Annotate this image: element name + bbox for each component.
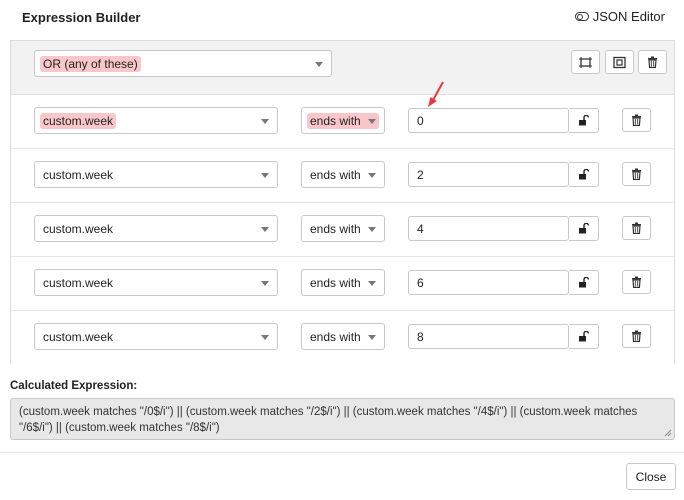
rule-row: custom.week ends with 8: [11, 311, 674, 365]
unlock-icon: [578, 331, 589, 342]
close-button[interactable]: Close: [626, 463, 676, 490]
rule-value-input[interactable]: 0: [408, 108, 569, 133]
rule-row: custom.week ends with 6: [11, 257, 674, 311]
lock-button[interactable]: [569, 216, 599, 241]
chevron-down-icon: [368, 119, 376, 124]
unlock-icon: [578, 277, 589, 288]
rule-row: custom.week ends with 0: [11, 95, 674, 149]
rule-operator-select[interactable]: ends with: [301, 215, 385, 242]
delete-rule-button[interactable]: [622, 162, 651, 186]
resize-grip-icon[interactable]: [664, 429, 672, 437]
rule-operator-select[interactable]: ends with: [301, 107, 385, 134]
trash-icon: [632, 114, 641, 126]
rule-value-input[interactable]: 4: [408, 216, 569, 241]
rule-field-label: custom.week: [40, 112, 117, 129]
calculated-expression-textarea[interactable]: (custom.week matches "/0$/i") || (custom…: [10, 398, 675, 440]
add-rule-button[interactable]: [571, 50, 600, 74]
chevron-down-icon: [368, 173, 376, 178]
delete-rule-button[interactable]: [622, 216, 651, 240]
chevron-down-icon: [315, 62, 323, 67]
trash-icon: [632, 222, 641, 234]
unlock-icon: [578, 223, 589, 234]
calculated-expression-value: (custom.week matches "/0$/i") || (custom…: [19, 406, 638, 434]
group-header: OR (any of these): [11, 41, 674, 95]
rule-row: custom.week ends with 2: [11, 149, 674, 203]
group-operator-select[interactable]: OR (any of these): [34, 50, 332, 77]
chevron-down-icon: [261, 335, 269, 340]
rule-value-input[interactable]: 6: [408, 270, 569, 295]
lock-button[interactable]: [569, 270, 599, 295]
rule-field-label: custom.week: [43, 329, 114, 344]
rule-field-select[interactable]: custom.week: [34, 161, 278, 188]
rule-operator-label: ends with: [310, 167, 361, 182]
rule-operator-select[interactable]: ends with: [301, 269, 385, 296]
lock-button[interactable]: [569, 324, 599, 349]
trash-icon: [632, 168, 641, 180]
add-group-icon: [613, 56, 626, 68]
rule-field-label: custom.week: [43, 275, 114, 290]
rule-group: OR (any of these) custom.week ends with …: [10, 40, 675, 365]
chevron-down-icon: [261, 281, 269, 286]
rule-operator-select[interactable]: ends with: [301, 323, 385, 350]
rule-operator-select[interactable]: ends with: [301, 161, 385, 188]
delete-rule-button[interactable]: [622, 270, 651, 294]
unlock-icon: [578, 115, 589, 126]
calculated-expression-label: Calculated Expression:: [10, 380, 138, 392]
rule-field-label: custom.week: [43, 167, 114, 182]
rule-operator-label: ends with: [310, 329, 361, 344]
delete-rule-button[interactable]: [622, 108, 651, 132]
unlock-icon: [578, 169, 589, 180]
add-group-button[interactable]: [605, 50, 634, 74]
rule-field-label: custom.week: [43, 221, 114, 236]
json-editor-toggle[interactable]: JSON Editor: [574, 9, 665, 24]
add-rule-icon: [579, 56, 592, 68]
rule-operator-label: ends with: [310, 221, 361, 236]
dialog-header: Expression Builder JSON Editor: [0, 0, 684, 36]
chevron-down-icon: [368, 227, 376, 232]
toggle-icon: [574, 12, 589, 21]
rule-row: custom.week ends with 4: [11, 203, 674, 257]
json-editor-label: JSON Editor: [592, 9, 665, 24]
rule-value-input[interactable]: 8: [408, 324, 569, 349]
delete-rule-button[interactable]: [622, 324, 651, 348]
rule-operator-label: ends with: [310, 275, 361, 290]
chevron-down-icon: [368, 281, 376, 286]
trash-icon: [632, 276, 641, 288]
rule-field-select[interactable]: custom.week: [34, 323, 278, 350]
delete-group-button[interactable]: [638, 50, 667, 74]
chevron-down-icon: [261, 227, 269, 232]
rule-field-select[interactable]: custom.week: [34, 107, 278, 134]
rule-field-select[interactable]: custom.week: [34, 215, 278, 242]
chevron-down-icon: [261, 173, 269, 178]
rule-field-select[interactable]: custom.week: [34, 269, 278, 296]
dialog-title: Expression Builder: [22, 10, 141, 25]
chevron-down-icon: [368, 335, 376, 340]
annotation-arrow-icon: [428, 81, 444, 107]
trash-icon: [648, 56, 657, 68]
group-operator-label: OR (any of these): [40, 55, 141, 72]
trash-icon: [632, 330, 641, 342]
chevron-down-icon: [261, 119, 269, 124]
rule-value-input[interactable]: 2: [408, 162, 569, 187]
lock-button[interactable]: [569, 108, 599, 133]
footer-divider: [0, 452, 684, 453]
lock-button[interactable]: [569, 162, 599, 187]
